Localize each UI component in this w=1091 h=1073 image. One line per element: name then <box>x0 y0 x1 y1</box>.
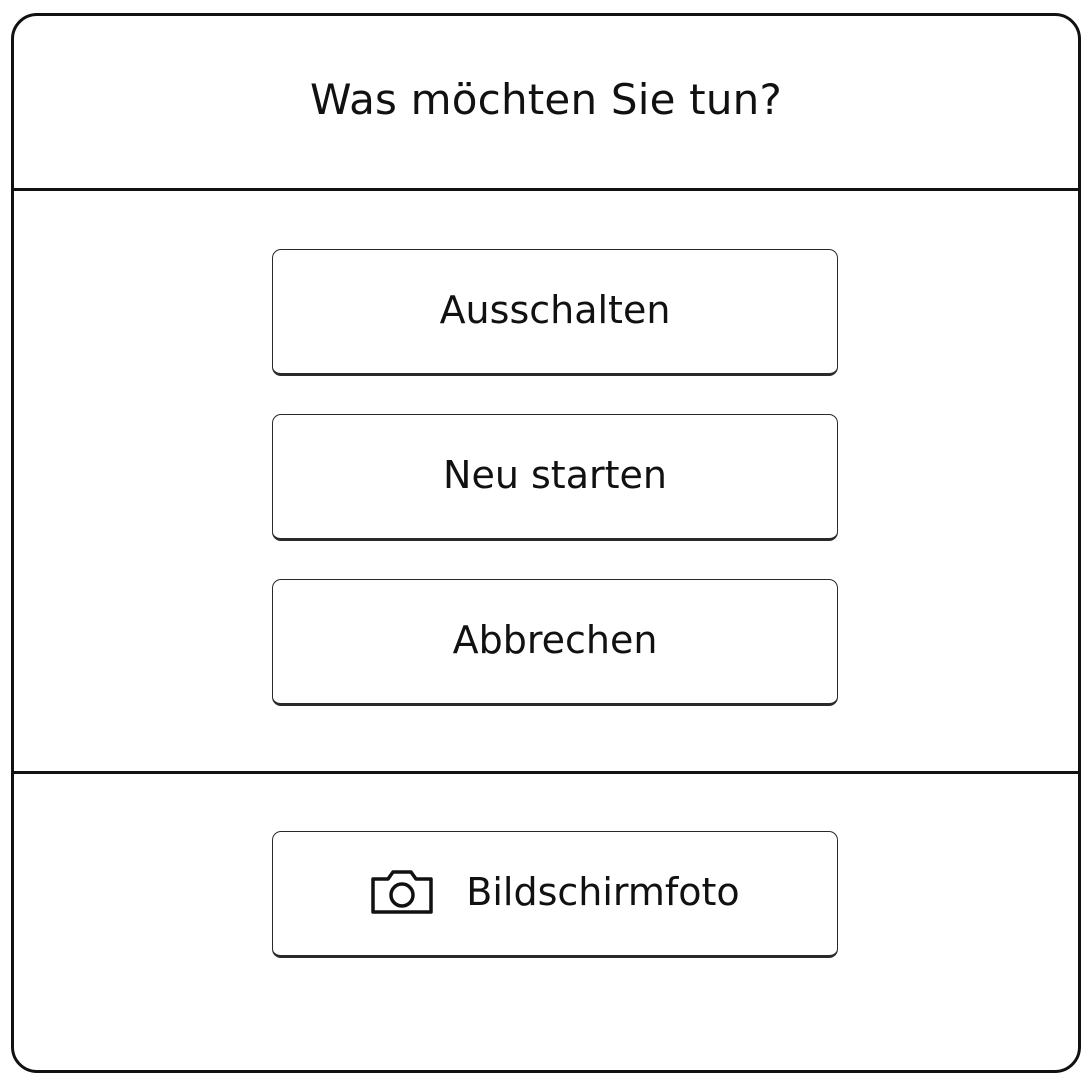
screenshot-button[interactable]: Bildschirmfoto <box>272 831 838 958</box>
dialog-header: Was möchten Sie tun? <box>14 16 1078 189</box>
power-off-button[interactable]: Ausschalten <box>272 249 838 376</box>
screenshot-label: Bildschirmfoto <box>466 869 740 914</box>
footer-divider <box>14 771 1078 774</box>
dialog-title: Was möchten Sie tun? <box>310 75 782 124</box>
camera-icon <box>370 869 434 915</box>
restart-button[interactable]: Neu starten <box>272 414 838 541</box>
power-menu-dialog: Was möchten Sie tun? Ausschalten Neu sta… <box>11 13 1081 1073</box>
header-divider <box>14 188 1078 191</box>
restart-label: Neu starten <box>443 452 667 497</box>
cancel-button[interactable]: Abbrechen <box>272 579 838 706</box>
power-off-label: Ausschalten <box>439 287 671 332</box>
cancel-label: Abbrechen <box>452 617 658 662</box>
